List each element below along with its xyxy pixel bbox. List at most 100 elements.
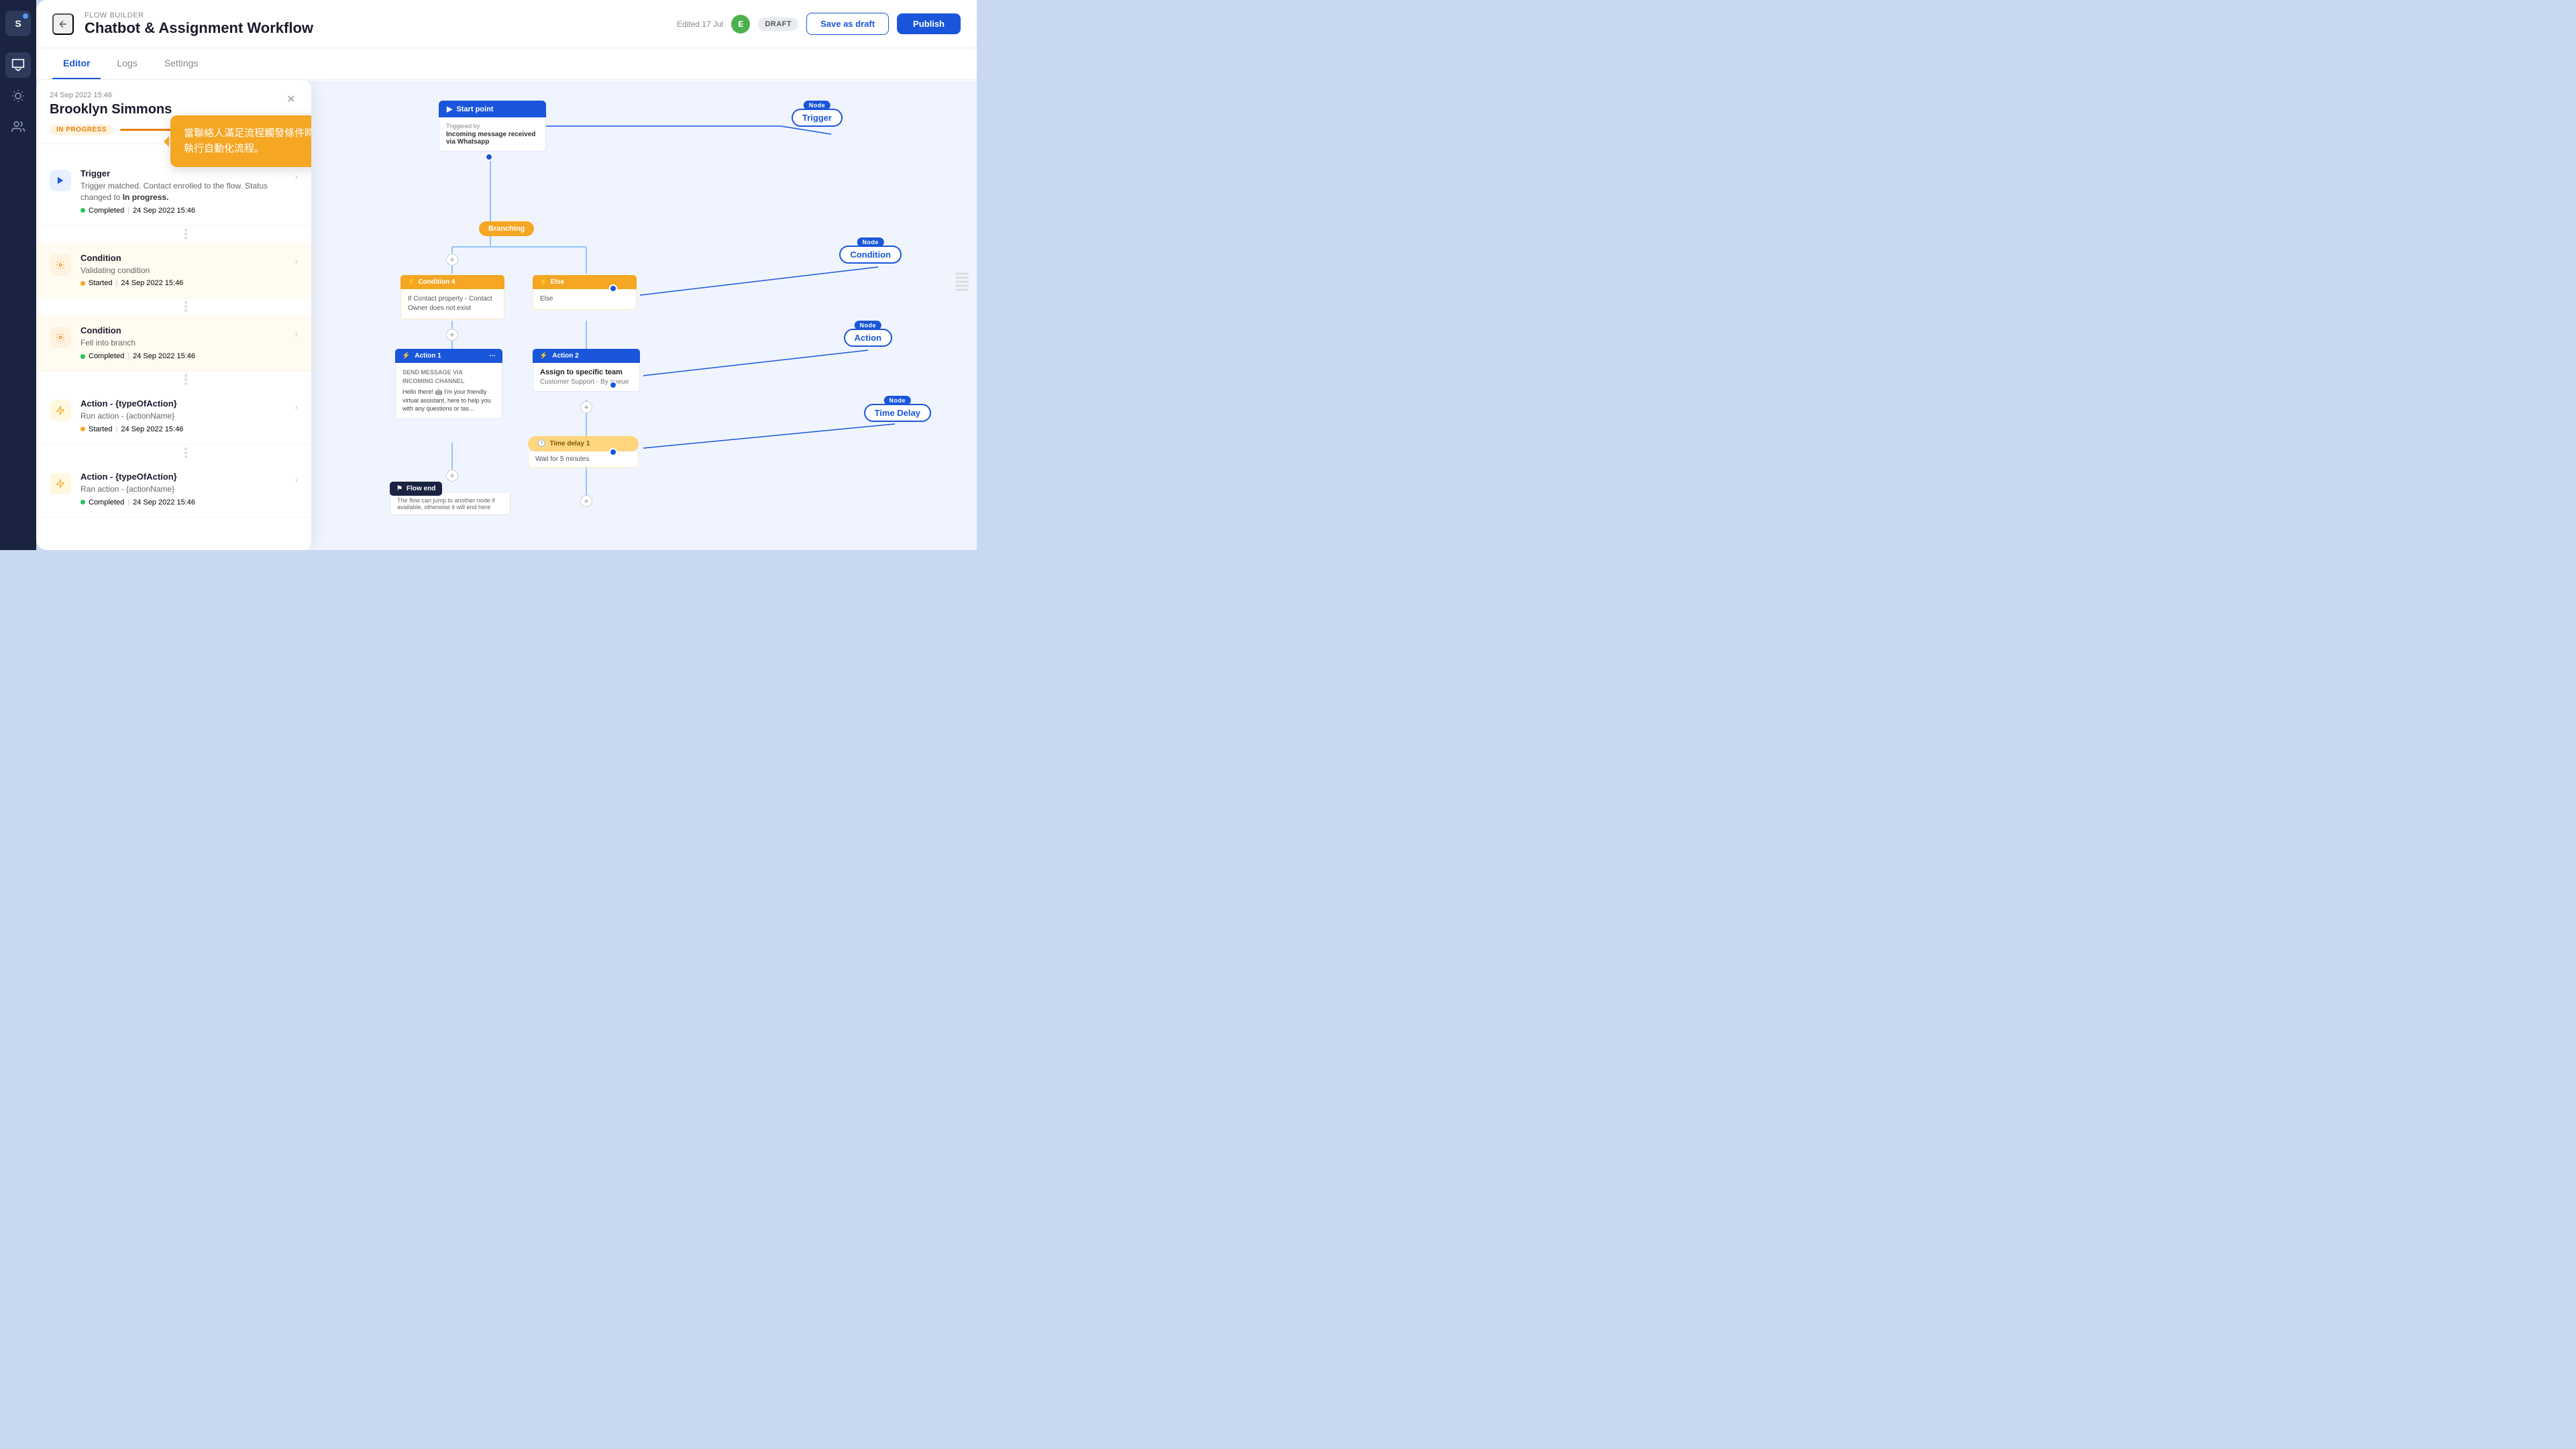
- sidebar-logo[interactable]: S: [5, 11, 31, 36]
- tab-editor[interactable]: Editor: [52, 48, 101, 79]
- trigger-play-icon: ▶: [447, 105, 452, 113]
- save-draft-button[interactable]: Save as draft: [806, 13, 889, 35]
- node-label-timedelay: Node Time Delay: [864, 404, 931, 422]
- chevron-icon-1: ›: [294, 256, 298, 266]
- action2-node[interactable]: ⚡ Action 2 Assign to specific team Custo…: [533, 349, 640, 392]
- flow-builder-label: FLOW BUILDER: [85, 11, 666, 19]
- close-button[interactable]: ✕: [282, 90, 301, 109]
- trigger-node[interactable]: ▶ Start point Triggered by Incoming mess…: [439, 101, 546, 152]
- log-item-condition-2[interactable]: Condition Fell into branch Completed | 2…: [36, 315, 311, 372]
- condition4-body: If Contact property - Contact Owner does…: [400, 289, 504, 319]
- connector-dot-3: [609, 381, 617, 389]
- tab-logs[interactable]: Logs: [106, 48, 148, 79]
- flowend1-node[interactable]: ⚑ Flow end ↗ Jump to The flow can jump t…: [390, 482, 511, 515]
- sidebar: S: [0, 0, 36, 550]
- flowend1-label: ⚑ Flow end: [390, 482, 442, 493]
- node-label-condition: Node Condition: [839, 246, 902, 264]
- connector-dot-4: [609, 448, 617, 456]
- action2-log-icon: [50, 473, 71, 494]
- log-item-trigger[interactable]: Trigger Trigger matched. Contact enrolle…: [36, 158, 311, 226]
- condition2-log-content: Condition Fell into branch Completed | 2…: [80, 325, 285, 360]
- condition4-header: ⚡ Condition 4: [400, 275, 504, 289]
- action1-menu-icon[interactable]: ⋯: [489, 352, 496, 360]
- else-header: ⚡ Else: [533, 275, 637, 289]
- dot-chain-4: [60, 445, 311, 461]
- edited-text: Edited 17 Jul: [677, 19, 723, 29]
- branching-node[interactable]: Branching: [479, 221, 534, 236]
- plus-button-1[interactable]: +: [446, 254, 458, 266]
- tooltip-bubble: 當聯絡人滿足流程觸發條件時，就會執行自動化流程。: [170, 115, 311, 167]
- condition2-log-icon: [50, 327, 71, 348]
- dot-chain-2: [60, 299, 311, 315]
- header-title-area: FLOW BUILDER Chatbot & Assignment Workfl…: [85, 11, 666, 37]
- tabs: Editor Logs Settings: [36, 48, 977, 80]
- chevron-icon-2: ›: [294, 328, 298, 339]
- action2-body: Assign to specific team Customer Support…: [533, 363, 640, 392]
- scroll-bar-line-2: [955, 277, 969, 279]
- page-title: Chatbot & Assignment Workflow: [85, 19, 666, 37]
- log-item-condition-1[interactable]: Condition Validating condition Started |…: [36, 242, 311, 299]
- status-dot-0: [80, 208, 85, 213]
- notification-dot: [23, 13, 28, 19]
- draft-badge: DRAFT: [758, 17, 798, 31]
- node-label-action: Node Action: [844, 329, 892, 347]
- sidebar-icon-chat[interactable]: [5, 52, 31, 78]
- log-list: Trigger Trigger matched. Contact enrolle…: [36, 144, 311, 533]
- trigger-log-content: Trigger Trigger matched. Contact enrolle…: [80, 168, 285, 215]
- avatar: E: [731, 15, 750, 34]
- else-body: Else: [533, 289, 637, 310]
- scroll-bar-line-3: [955, 281, 969, 283]
- panel-header: 24 Sep 2022 15:46 Brooklyn Simmons IN PR…: [36, 80, 311, 144]
- action1-log-icon: [50, 400, 71, 421]
- node-label-trigger: Node Trigger: [792, 109, 843, 127]
- chevron-icon-0: ›: [294, 171, 298, 182]
- sidebar-icon-inbox[interactable]: [5, 83, 31, 109]
- scroll-bar-line-5: [955, 289, 969, 291]
- condition1-log-icon: [50, 254, 71, 276]
- condition4-icon: ⚡: [407, 278, 415, 286]
- action2-log-content: Action - {typeOfAction} Ran action - {ac…: [80, 472, 285, 506]
- log-item-action-2[interactable]: Action - {typeOfAction} Ran action - {ac…: [36, 461, 311, 518]
- publish-button[interactable]: Publish: [897, 13, 961, 34]
- action1-node[interactable]: ⚡ Action 1 ⋯ Send Message via Incoming c…: [395, 349, 502, 419]
- left-panel: 24 Sep 2022 15:46 Brooklyn Simmons IN PR…: [36, 80, 311, 550]
- panel-date: 24 Sep 2022 15:46: [50, 91, 298, 99]
- action2-icon: ⚡: [539, 352, 547, 360]
- back-button[interactable]: [52, 13, 74, 35]
- condition1-log-content: Condition Validating condition Started |…: [80, 253, 285, 288]
- clock-icon: 🕐: [537, 440, 545, 447]
- status-dot-2: [80, 354, 85, 359]
- connector-dot-1: [485, 153, 493, 161]
- plus-button-4[interactable]: +: [446, 470, 458, 482]
- tab-settings[interactable]: Settings: [154, 48, 209, 79]
- status-dot-3: [80, 427, 85, 431]
- flag-icon-1: ⚑: [396, 485, 402, 492]
- trigger-log-icon: [50, 170, 71, 191]
- scroll-hint: [955, 273, 969, 291]
- chevron-icon-4: ›: [294, 474, 298, 485]
- plus-button-2[interactable]: +: [446, 329, 458, 341]
- in-progress-badge: IN PROGRESS: [50, 124, 113, 136]
- action1-log-content: Action - {typeOfAction} Run action - {ac…: [80, 398, 285, 433]
- dot-chain-1: [60, 226, 311, 242]
- canvas-area: ▶ Start point Triggered by Incoming mess…: [36, 80, 977, 550]
- trigger-body: Triggered by Incoming message received v…: [439, 117, 546, 152]
- else-icon: ⚡: [539, 278, 547, 286]
- action1-icon: ⚡: [402, 352, 410, 360]
- plus-button-3[interactable]: +: [580, 401, 592, 413]
- status-dot-1: [80, 281, 85, 286]
- main-area: FLOW BUILDER Chatbot & Assignment Workfl…: [36, 0, 977, 550]
- log-item-action-1[interactable]: Action - {typeOfAction} Run action - {ac…: [36, 388, 311, 445]
- plus-button-5[interactable]: +: [580, 495, 592, 507]
- sidebar-icon-contacts[interactable]: [5, 114, 31, 140]
- scroll-bar-line-1: [955, 273, 969, 275]
- chevron-icon-3: ›: [294, 401, 298, 412]
- else-node[interactable]: ⚡ Else Else: [533, 275, 637, 310]
- scroll-bar-line-4: [955, 285, 969, 287]
- connector-dot-2: [609, 284, 617, 292]
- trigger-header: ▶ Start point: [439, 101, 546, 117]
- timedelay-node[interactable]: 🕐 Time delay 1 Wait for 5 minutes: [528, 436, 639, 468]
- action1-header: ⚡ Action 1 ⋯: [395, 349, 502, 363]
- action2-header: ⚡ Action 2: [533, 349, 640, 363]
- condition4-node[interactable]: ⚡ Condition 4 If Contact property - Cont…: [400, 275, 504, 319]
